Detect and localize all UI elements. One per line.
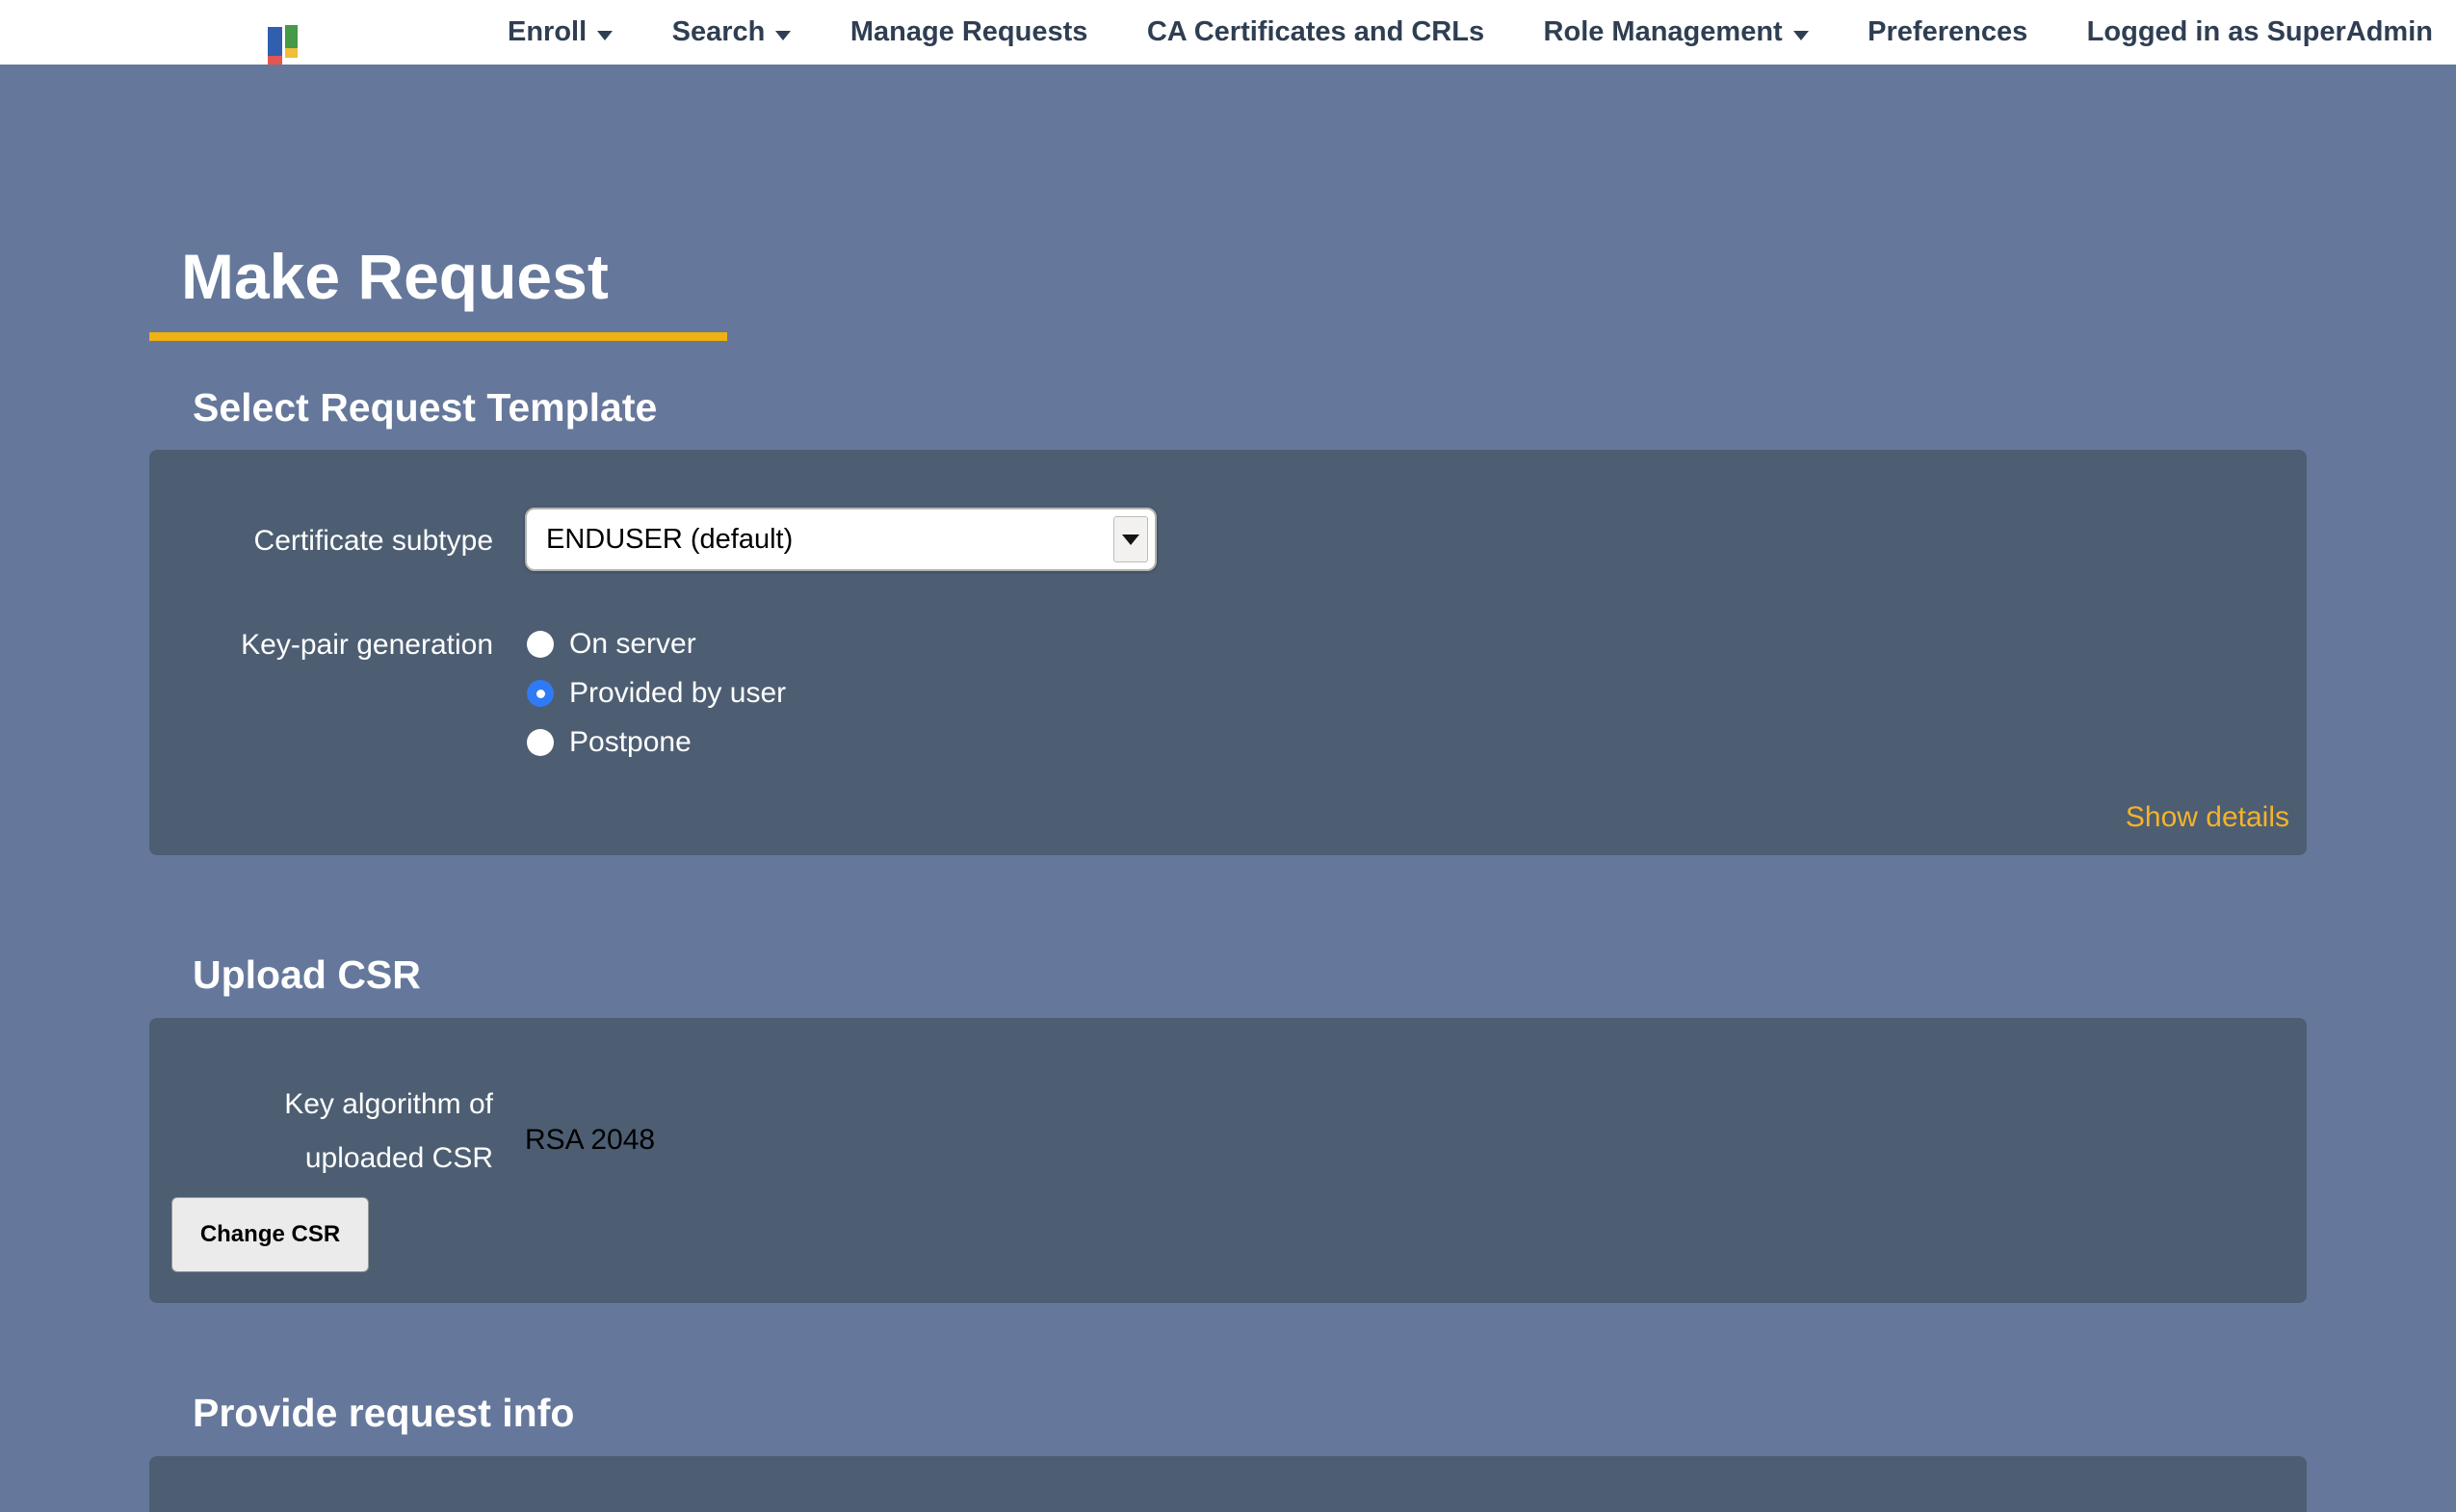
change-csr-button[interactable]: Change CSR: [171, 1197, 369, 1272]
nav-search-label: Search: [672, 16, 766, 48]
nav-item-enroll[interactable]: Enroll: [508, 16, 613, 48]
page-title: Make Request: [181, 243, 609, 310]
nav-item-ca-certificates-and-crls[interactable]: CA Certificates and CRLs: [1147, 16, 1484, 48]
certificate-subtype-selected-value: ENDUSER (default): [546, 509, 793, 569]
radio-option-provided-by-user[interactable]: Provided by user: [527, 679, 786, 708]
chevron-down-icon: [1793, 31, 1809, 40]
chevron-down-icon: [775, 31, 791, 40]
key-algorithm-label-line1: Key algorithm of: [149, 1078, 493, 1132]
upload-csr-panel: Key algorithm of uploaded CSR RSA 2048 C…: [149, 1018, 2307, 1303]
radio-button-on-server[interactable]: [527, 631, 554, 658]
key-algorithm-label: Key algorithm of uploaded CSR: [149, 1078, 493, 1186]
nav-logged-in-label: Logged in as SuperAdmin: [2087, 16, 2433, 48]
certificate-subtype-select[interactable]: ENDUSER (default): [525, 508, 1157, 571]
top-navbar: Enroll Search Manage Requests CA Certifi…: [0, 0, 2456, 65]
make-request-page: Enroll Search Manage Requests CA Certifi…: [0, 0, 2456, 1512]
key-algorithm-value: RSA 2048: [525, 1124, 655, 1157]
radio-label-provided-by-user: Provided by user: [569, 677, 786, 710]
nav-item-manage-requests[interactable]: Manage Requests: [850, 16, 1088, 48]
nav-manage-requests-label: Manage Requests: [850, 16, 1088, 48]
section-heading-select-request-template: Select Request Template: [193, 384, 657, 430]
ejbca-logo[interactable]: [268, 25, 299, 65]
radio-label-postpone: Postpone: [569, 726, 692, 759]
key-algorithm-label-line2: uploaded CSR: [149, 1132, 493, 1186]
nav-item-role-management[interactable]: Role Management: [1544, 16, 1809, 48]
radio-option-on-server[interactable]: On server: [527, 630, 696, 659]
select-request-template-panel: Certificate subtype ENDUSER (default) Ke…: [149, 450, 2307, 855]
nav-item-preferences[interactable]: Preferences: [1868, 16, 2027, 48]
radio-option-postpone[interactable]: Postpone: [527, 728, 692, 757]
logo-bar-blue-icon: [268, 27, 282, 65]
chevron-down-icon: [597, 31, 613, 40]
logo-bar-green-icon: [285, 25, 298, 58]
nav-preferences-label: Preferences: [1868, 16, 2027, 48]
show-details-link[interactable]: Show details: [2126, 801, 2289, 834]
radio-button-provided-by-user[interactable]: [527, 680, 554, 707]
provide-request-info-panel: [149, 1456, 2307, 1512]
radio-button-postpone[interactable]: [527, 729, 554, 756]
radio-label-on-server: On server: [569, 628, 696, 661]
section-heading-provide-request-info: Provide request info: [193, 1390, 574, 1436]
nav-role-management-label: Role Management: [1544, 16, 1783, 48]
dropdown-arrow-icon[interactable]: [1113, 516, 1148, 562]
nav-enroll-label: Enroll: [508, 16, 587, 48]
main-nav: Enroll Search Manage Requests CA Certifi…: [508, 0, 2433, 65]
nav-ca-certificates-label: CA Certificates and CRLs: [1147, 16, 1484, 48]
nav-item-logged-in-as[interactable]: Logged in as SuperAdmin: [2087, 16, 2433, 48]
certificate-subtype-label: Certificate subtype: [149, 525, 493, 558]
keypair-generation-label: Key-pair generation: [149, 629, 493, 662]
title-accent-rule: [149, 332, 727, 341]
section-heading-upload-csr: Upload CSR: [193, 952, 421, 998]
nav-item-search[interactable]: Search: [672, 16, 792, 48]
